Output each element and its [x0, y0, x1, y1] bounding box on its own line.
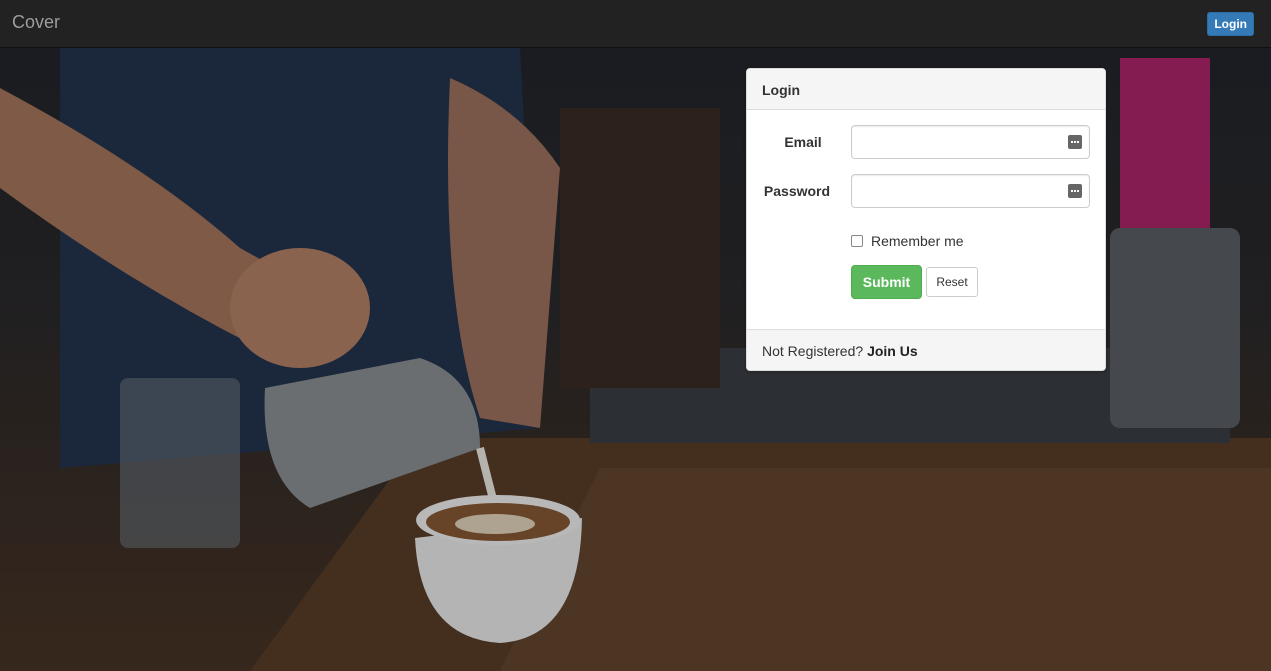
top-navbar: Cover Login [0, 0, 1271, 48]
email-label: Email [784, 134, 822, 150]
password-field[interactable] [851, 174, 1090, 208]
reset-button[interactable]: Reset [926, 267, 978, 297]
brand-title[interactable]: Cover [12, 12, 60, 33]
not-registered-text: Not Registered? [762, 343, 864, 359]
submit-button[interactable]: Submit [851, 265, 922, 299]
remember-me-checkbox[interactable] [851, 235, 863, 247]
login-panel-footer: Not Registered? Join Us [747, 329, 1105, 370]
join-us-link[interactable]: Join Us [867, 343, 918, 359]
remember-me-label[interactable]: Remember me [871, 233, 964, 249]
login-panel-title: Login [747, 69, 1105, 110]
keyboard-icon[interactable] [1068, 184, 1082, 198]
keyboard-icon[interactable] [1068, 135, 1082, 149]
password-label: Password [763, 183, 831, 199]
login-panel: Login Email Password Remember me Submit … [746, 68, 1106, 371]
navbar-login-button[interactable]: Login [1207, 12, 1254, 36]
email-field[interactable] [851, 125, 1090, 159]
